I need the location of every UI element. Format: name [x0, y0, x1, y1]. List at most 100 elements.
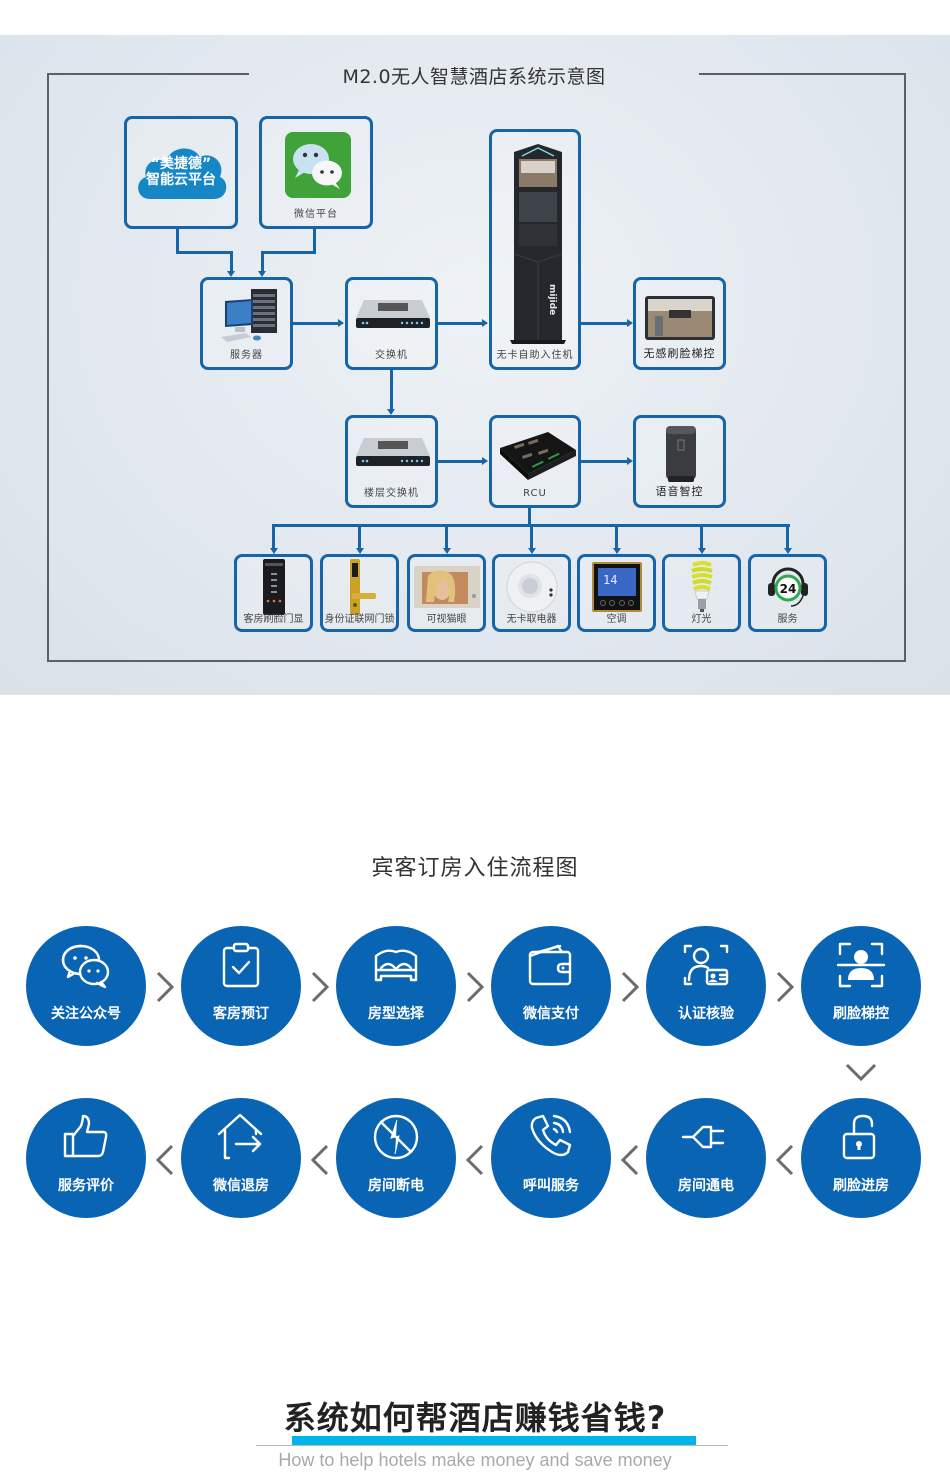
chevron-left-icon — [774, 1143, 798, 1177]
wechat-icon — [61, 940, 111, 990]
arrow — [482, 457, 488, 465]
wire — [530, 526, 533, 550]
flow-step: 客房预订 — [181, 926, 301, 1046]
face-scan-icon — [836, 940, 886, 990]
wire — [700, 526, 703, 550]
node-cloud-platform: “美捷德” 智能云平台 — [124, 116, 238, 229]
server-computer-icon — [221, 289, 277, 342]
kiosk-icon: mijide — [510, 144, 566, 344]
money-section-subtitle: How to help hotels make money and save m… — [278, 1450, 672, 1470]
video-peephole-icon — [410, 561, 483, 613]
phone-call-icon — [526, 1112, 576, 1162]
clipboard-check-icon — [216, 940, 266, 990]
id-verify-icon — [681, 940, 731, 990]
device-node: 可视猫眼 — [407, 554, 486, 632]
flow-step-label: 房型选择 — [368, 1006, 424, 1022]
cloud-platform-line1: “美捷德” — [150, 156, 212, 172]
flow-step: 呼叫服务 — [491, 1098, 611, 1218]
node-server: 服务器 — [200, 277, 293, 370]
service-24h-icon: 24 — [751, 561, 824, 613]
wire — [176, 251, 231, 254]
device-label: 可视猫眼 — [426, 614, 467, 625]
wire — [445, 526, 448, 550]
device-label: 服务 — [777, 614, 798, 625]
wire — [438, 322, 483, 325]
device-node: 身份证联网门锁 — [320, 554, 399, 632]
device-label: 空调 — [606, 614, 627, 625]
flow-step-label: 关注公众号 — [51, 1006, 121, 1022]
system-diagram-title: M2.0无人智慧酒店系统示意图 — [342, 66, 606, 88]
node-rcu: RCU — [489, 415, 581, 508]
wire — [272, 526, 275, 550]
door-display-icon — [237, 559, 310, 615]
cloud-platform-line2: 智能云平台 — [146, 172, 216, 188]
rcu-controller-icon — [500, 432, 576, 480]
wire — [261, 251, 264, 273]
flow-step-label: 刷脸梯控 — [833, 1006, 889, 1022]
wire — [293, 322, 339, 325]
kiosk-brand: mijide — [547, 284, 557, 315]
wire — [581, 460, 628, 463]
checkin-flow-title: 宾客订房入住流程图 — [371, 856, 579, 881]
flow-step-label: 客房预订 — [213, 1006, 269, 1022]
switch-label: 交换机 — [375, 350, 408, 361]
node-floor-switch: 楼层交换机 — [345, 415, 438, 508]
node-kiosk: mijide 无卡自助入住机 — [489, 129, 581, 370]
server-label: 服务器 — [230, 350, 263, 361]
flow-step: 房型选择 — [336, 926, 456, 1046]
device-node: 无卡取电器 — [492, 554, 571, 632]
rcu-label: RCU — [523, 488, 547, 499]
flow-step: 房间通电 — [646, 1098, 766, 1218]
wire — [230, 251, 233, 273]
device-node: 14 空调 — [577, 554, 656, 632]
title-divider-line — [256, 1445, 728, 1446]
flow-step-label: 刷脸进房 — [833, 1178, 889, 1194]
flow-step: 微信支付 — [491, 926, 611, 1046]
wire — [786, 526, 789, 550]
chevron-left-icon — [309, 1143, 333, 1177]
arrow — [482, 319, 488, 327]
chevron-right-icon — [617, 970, 641, 1004]
device-label: 身份证联网门锁 — [324, 614, 395, 625]
flow-step: 刷脸梯控 — [801, 926, 921, 1046]
chevron-right-icon — [772, 970, 796, 1004]
node-elevator-control: 无感刷脸梯控 — [633, 277, 726, 370]
power-switch-icon — [495, 561, 568, 613]
voice-control-label: 语音智控 — [655, 485, 704, 498]
wallet-icon — [526, 940, 576, 990]
power-off-icon — [371, 1112, 421, 1162]
smart-speaker-icon — [666, 426, 696, 482]
thumbs-up-icon — [61, 1112, 111, 1162]
network-switch-icon — [356, 300, 430, 328]
thermostat-display: 14 — [603, 573, 617, 587]
flow-step-label: 呼叫服务 — [523, 1178, 579, 1194]
node-voice-control: 语音智控 — [633, 415, 726, 508]
device-node: 灯光 — [662, 554, 741, 632]
unlock-icon — [836, 1112, 886, 1162]
money-section-title: 系统如何帮酒店赚钱省钱? — [283, 1399, 667, 1437]
device-node: 客房刷脸门显 — [234, 554, 313, 632]
service-24-badge: 24 — [779, 582, 796, 596]
wire — [358, 526, 361, 550]
chevron-left-icon — [619, 1143, 643, 1177]
device-node: 24 服务 — [748, 554, 827, 632]
wire — [313, 229, 316, 253]
flow-step: 微信退房 — [181, 1098, 301, 1218]
flow-step: 服务评价 — [26, 1098, 146, 1218]
network-switch-icon — [356, 438, 430, 466]
house-exit-icon — [216, 1112, 266, 1162]
node-wechat-platform: 微信平台 — [259, 116, 373, 229]
flow-step: 认证核验 — [646, 926, 766, 1046]
wire — [261, 251, 316, 254]
elevator-control-label: 无感刷脸梯控 — [643, 347, 716, 360]
chevron-right-icon — [462, 970, 486, 1004]
flow-step-label: 服务评价 — [58, 1178, 114, 1194]
wire — [438, 460, 483, 463]
wire — [581, 322, 628, 325]
title-accent-bar — [292, 1436, 696, 1445]
bed-icon — [371, 940, 421, 990]
flow-step-label: 房间断电 — [368, 1178, 424, 1194]
kiosk-label: 无卡自助入住机 — [496, 350, 574, 361]
chevron-down-icon — [844, 1059, 878, 1083]
flow-step-label: 微信退房 — [213, 1178, 269, 1194]
